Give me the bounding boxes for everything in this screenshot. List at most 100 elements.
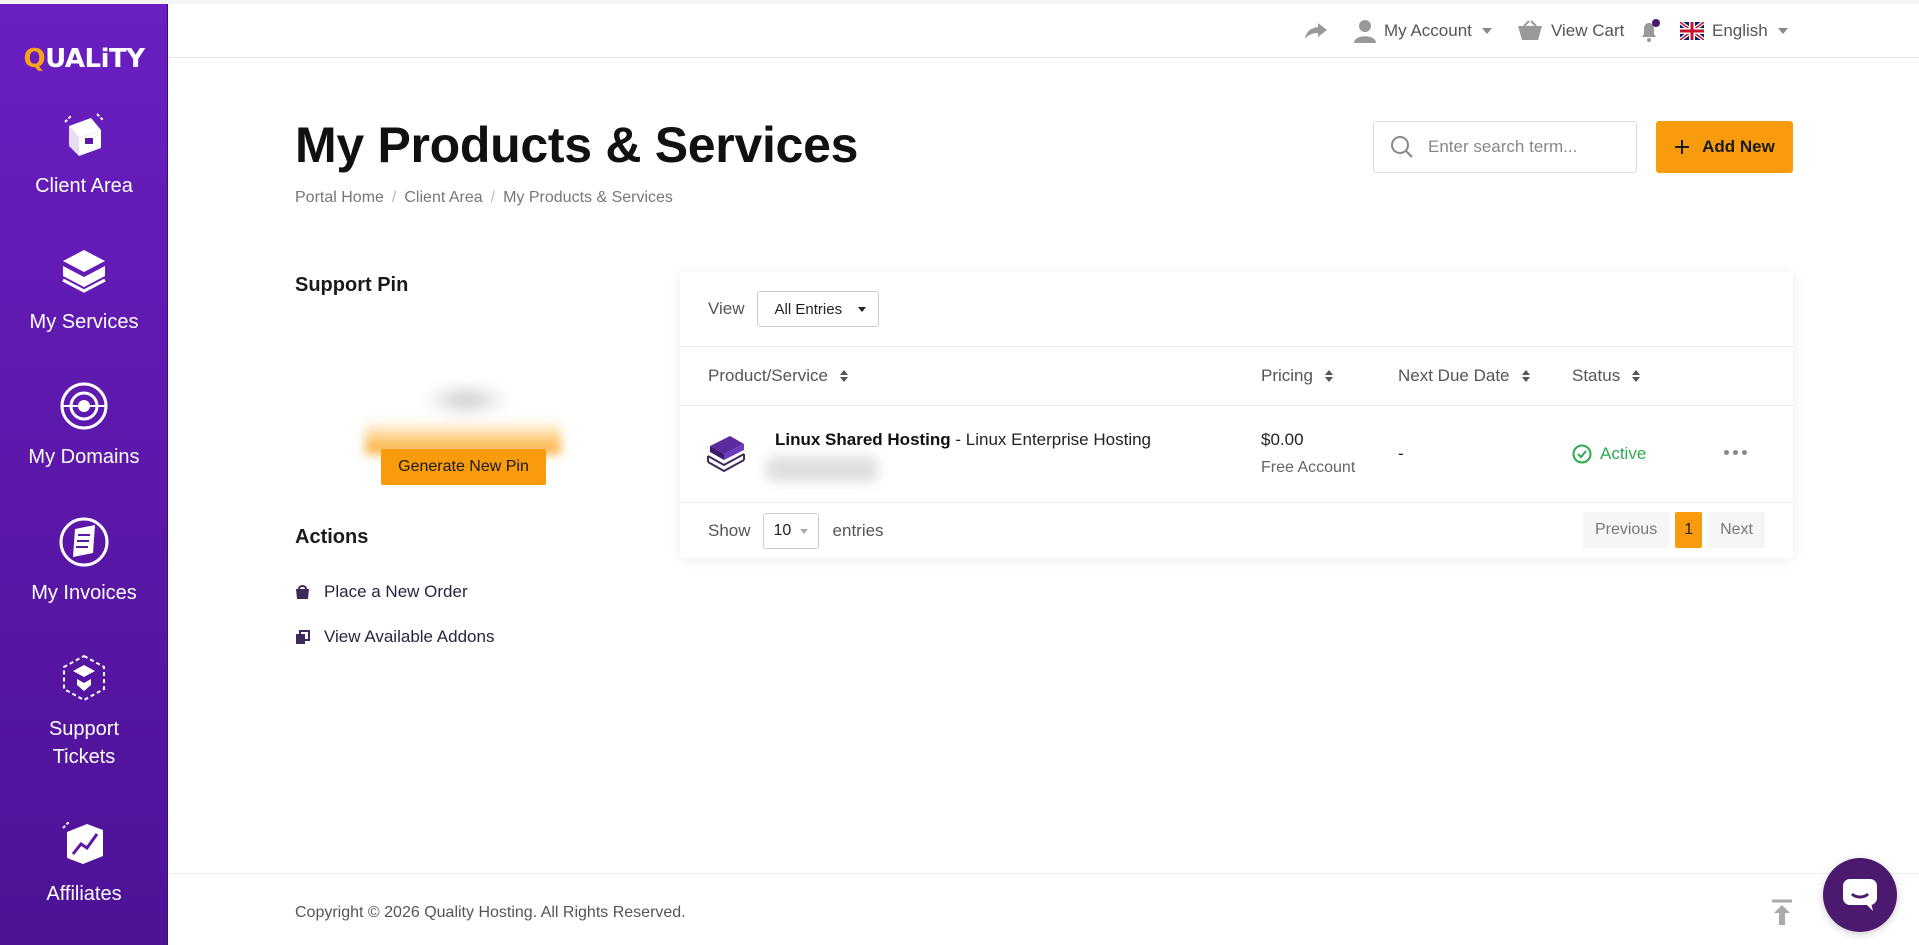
- breadcrumb-client-area[interactable]: Client Area: [404, 189, 482, 207]
- chevron-down-icon: [799, 528, 808, 534]
- sidebar-item-label: My Domains: [28, 446, 140, 468]
- pagination: Previous 1 Next: [1582, 512, 1765, 548]
- chevron-down-icon: [857, 306, 866, 312]
- view-filter-value: All Entries: [774, 300, 843, 318]
- column-label: Status: [1572, 366, 1621, 385]
- page-1-button[interactable]: 1: [1675, 512, 1703, 548]
- notifications-button[interactable]: [1638, 4, 1670, 58]
- row-more-options-button[interactable]: [1724, 444, 1747, 461]
- support-tickets-icon: [63, 654, 105, 702]
- my-account-menu[interactable]: My Account: [1354, 4, 1492, 58]
- page-length-select[interactable]: 10: [762, 513, 819, 549]
- page-title: My Products & Services: [295, 117, 859, 173]
- actions-title: Actions: [295, 526, 369, 548]
- column-header-product[interactable]: Product/Service: [708, 347, 848, 405]
- search-input[interactable]: [1428, 137, 1618, 157]
- breadcrumb-separator: /: [490, 189, 496, 206]
- next-page-button[interactable]: Next: [1708, 512, 1765, 548]
- sort-icon: [1324, 370, 1333, 382]
- breadcrumb: Portal Home / Client Area / My Products …: [295, 189, 673, 207]
- back-to-top-icon[interactable]: [1770, 899, 1794, 927]
- status-badge: Active: [1572, 444, 1646, 464]
- sidebar-item-my-domains[interactable]: My Domains: [0, 379, 168, 471]
- sidebar-item-my-services[interactable]: My Services: [0, 244, 168, 336]
- bell-icon: [1642, 19, 1660, 42]
- column-label: Next Due Date: [1398, 366, 1510, 385]
- add-new-label: Add New: [1702, 137, 1775, 156]
- support-pin-title: Support Pin: [295, 274, 409, 296]
- column-label: Pricing: [1261, 366, 1313, 385]
- column-label: Product/Service: [708, 366, 828, 385]
- divider: [680, 405, 1793, 406]
- sidebar-item-label: My Invoices: [31, 582, 137, 604]
- sort-icon: [1521, 370, 1530, 382]
- view-addons-label: View Available Addons: [324, 627, 495, 646]
- sidebar-item-client-area[interactable]: Client Area: [0, 108, 168, 200]
- dot: [1742, 450, 1747, 455]
- sort-icon: [1632, 370, 1641, 382]
- add-new-button[interactable]: Add New: [1656, 121, 1793, 173]
- sort-icon: [840, 370, 848, 382]
- sidebar-item-my-invoices[interactable]: My Invoices: [0, 515, 168, 607]
- user-icon: [1354, 20, 1376, 43]
- chevron-down-icon: [1481, 28, 1492, 34]
- invoices-icon: [59, 517, 109, 567]
- support-pin-value: [420, 380, 512, 420]
- view-addons-link[interactable]: View Available Addons: [295, 627, 494, 647]
- billing-cycle: Free Account: [1261, 459, 1356, 476]
- show-label: Show: [708, 521, 751, 540]
- sidebar-item-label: Affiliates: [46, 883, 122, 905]
- search-box[interactable]: [1373, 121, 1637, 173]
- copyright-text: Copyright © 2026 Quality Hosting. All Ri…: [295, 904, 686, 921]
- next-due-date: -: [1398, 444, 1404, 463]
- sidebar: QUALiTY Client Area My Services My Domai…: [0, 4, 168, 945]
- language-selector[interactable]: English: [1680, 4, 1788, 58]
- my-account-label: My Account: [1384, 21, 1472, 40]
- top-bar: My Account View Cart English: [168, 4, 1919, 58]
- sidebar-item-label: My Services: [29, 311, 139, 333]
- sidebar-item-label: Support Tickets: [48, 718, 120, 768]
- language-label: English: [1712, 21, 1768, 40]
- check-circle-icon: [1572, 444, 1592, 464]
- previous-page-button[interactable]: Previous: [1582, 512, 1670, 548]
- breadcrumb-separator: /: [391, 189, 397, 206]
- sidebar-item-affiliates[interactable]: Affiliates: [0, 816, 168, 908]
- hosting-product-icon: [707, 436, 745, 473]
- dot: [1724, 450, 1729, 455]
- column-header-due-date[interactable]: Next Due Date: [1398, 347, 1530, 405]
- status-label: Active: [1600, 444, 1647, 463]
- entries-label: entries: [832, 521, 884, 540]
- services-table-card: View All Entries Product/Service Pricing…: [680, 272, 1793, 558]
- shopping-bag-icon: [296, 584, 309, 599]
- page-length-control: Show 10 entries: [708, 512, 884, 550]
- share-icon: [1305, 23, 1327, 39]
- affiliates-icon: [62, 821, 103, 864]
- price-value: $0.00: [1261, 430, 1304, 449]
- share-button[interactable]: [1304, 4, 1336, 58]
- sidebar-item-label: Client Area: [35, 175, 133, 197]
- product-name[interactable]: Linux Shared Hosting - Linux Enterprise …: [775, 430, 1151, 450]
- dot: [1733, 450, 1738, 455]
- sidebar-item-support-tickets[interactable]: Support Tickets: [0, 651, 168, 771]
- column-header-pricing[interactable]: Pricing: [1261, 347, 1333, 405]
- page-length-value: 10: [773, 522, 792, 539]
- logo[interactable]: QUALiTY: [0, 44, 168, 74]
- product-domain: [766, 456, 878, 482]
- chat-widget-button[interactable]: [1823, 858, 1897, 932]
- uk-flag-icon: [1680, 22, 1704, 40]
- view-filter-select[interactable]: All Entries: [756, 291, 879, 327]
- chat-icon: [1843, 879, 1877, 911]
- view-cart-link[interactable]: View Cart: [1517, 4, 1624, 58]
- column-header-status[interactable]: Status: [1572, 347, 1641, 405]
- breadcrumb-portal-home[interactable]: Portal Home: [295, 189, 384, 207]
- addons-icon: [296, 629, 310, 644]
- domains-icon: [60, 382, 108, 430]
- footer-divider: [168, 873, 1919, 874]
- cart-icon: [1518, 20, 1542, 40]
- place-order-link[interactable]: Place a New Order: [295, 582, 468, 602]
- generate-pin-button[interactable]: Generate New Pin: [381, 449, 546, 485]
- client-area-icon: [64, 113, 104, 156]
- view-cart-label: View Cart: [1551, 21, 1625, 40]
- divider: [680, 502, 1793, 503]
- view-label: View: [708, 299, 745, 318]
